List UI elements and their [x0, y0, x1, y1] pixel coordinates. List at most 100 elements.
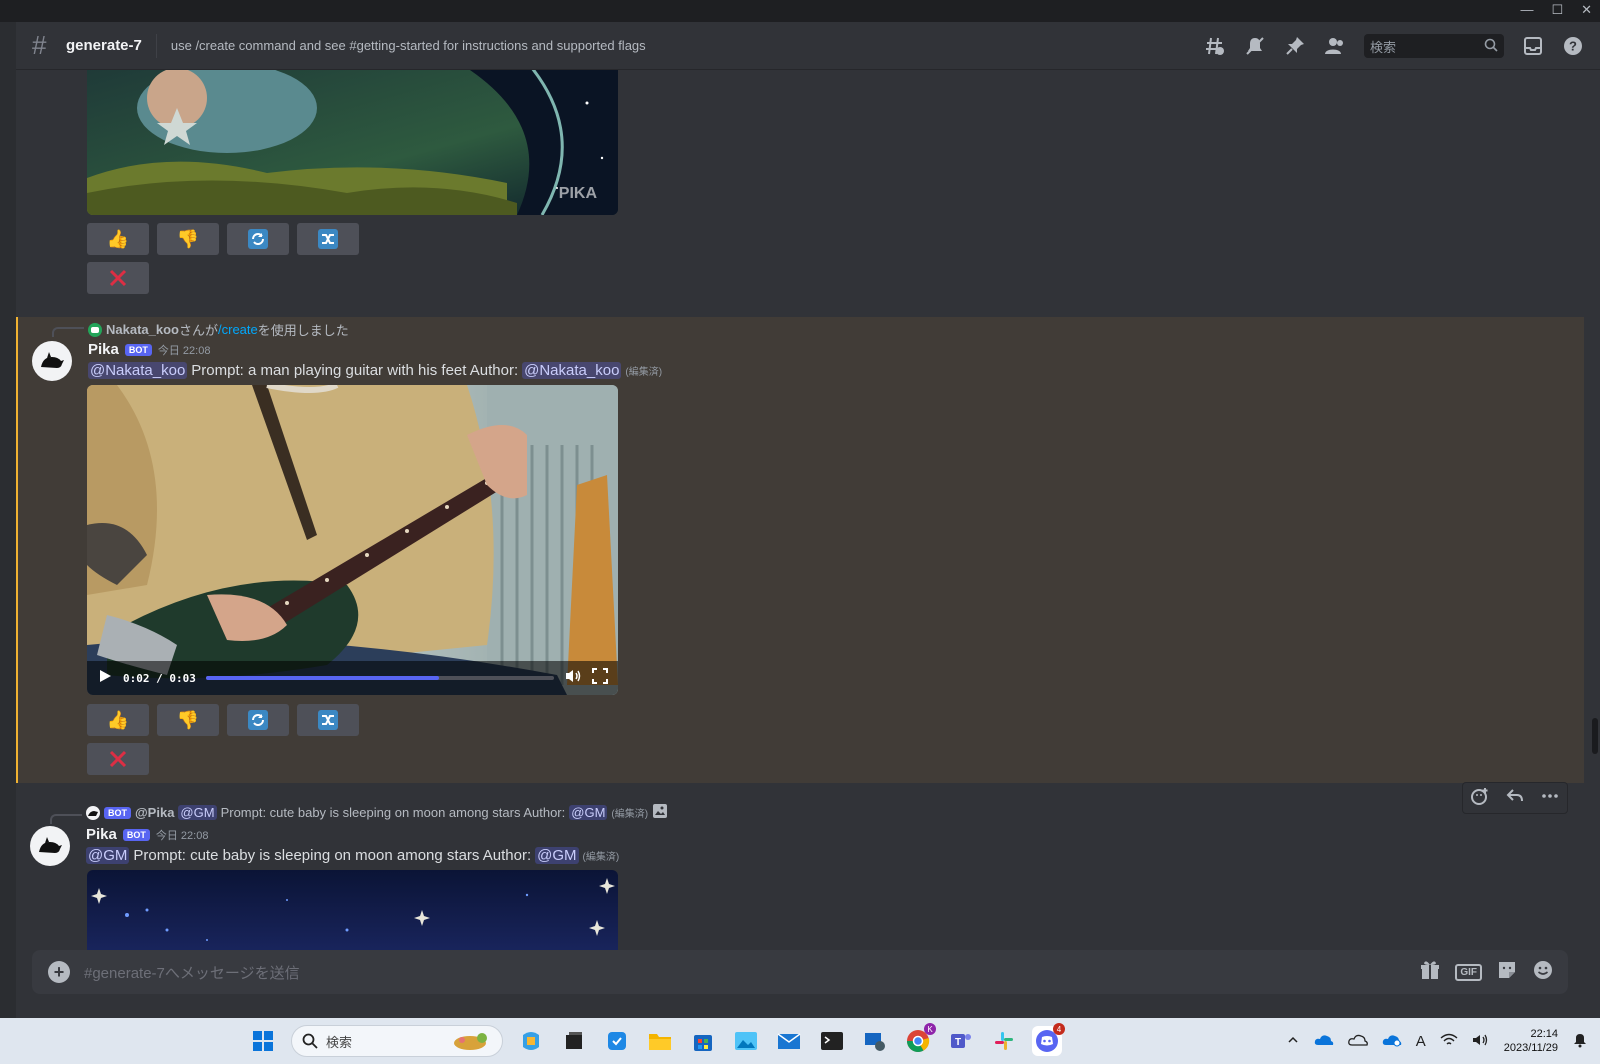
shuffle-icon	[318, 710, 338, 730]
cloud-icon[interactable]	[1347, 1033, 1368, 1050]
search-input[interactable]: 検索	[1364, 34, 1504, 58]
scrollbar-thumb[interactable]	[1592, 718, 1598, 754]
start-button[interactable]	[248, 1026, 278, 1056]
remote-desktop-app[interactable]	[860, 1026, 890, 1056]
threads-icon[interactable]	[1204, 35, 1226, 57]
browser-app[interactable]	[602, 1026, 632, 1056]
reply-suffix-1: さんが	[178, 323, 218, 338]
maximize-button[interactable]: ☐	[1551, 2, 1563, 18]
play-icon[interactable]	[97, 668, 113, 689]
message-author-line: Pika BOT 今日 22:08	[88, 341, 210, 358]
mail-app[interactable]	[774, 1026, 804, 1056]
discord-notification-badge: 4	[1053, 1023, 1065, 1035]
reply-suffix-2: を使用しました	[257, 323, 349, 338]
reply-context[interactable]: BOT @Pika @GM Prompt: cute baby is sleep…	[86, 803, 668, 822]
edited-label: (編集済)	[625, 367, 663, 378]
regenerate-button[interactable]	[227, 223, 289, 255]
volume-icon[interactable]	[1472, 1033, 1490, 1050]
close-button[interactable]: ✕	[1581, 2, 1592, 18]
member-list-icon[interactable]	[1324, 35, 1346, 57]
reply-context[interactable]: Nakata_koo さんが/create を使用しました	[88, 320, 349, 339]
avatar[interactable]	[30, 826, 70, 866]
timestamp[interactable]: 今日 22:08	[156, 827, 209, 843]
author-name[interactable]: Pika	[86, 826, 117, 843]
video-player[interactable]: 0:02 / 0:03	[87, 385, 618, 695]
thumbs-up-button[interactable]: 👍	[87, 704, 149, 736]
message-list: PIKA 👍 👎 Nakata_koo さんが/create を使用しました Pik…	[16, 70, 1584, 950]
more-options-icon[interactable]	[1541, 787, 1559, 810]
taskbar-search[interactable]: 検索	[291, 1025, 503, 1057]
regenerate-button[interactable]	[227, 704, 289, 736]
discord-app[interactable]: 4	[1032, 1023, 1065, 1056]
store-app[interactable]	[688, 1026, 718, 1056]
reply-mention[interactable]: @GM	[178, 805, 217, 820]
avatar[interactable]	[32, 341, 72, 381]
pika-avatar-mini-icon	[86, 805, 100, 820]
mention[interactable]: @Nakata_koo	[88, 362, 188, 379]
reply-icon[interactable]	[1506, 787, 1524, 810]
gift-icon[interactable]	[1419, 959, 1441, 986]
chevron-up-icon[interactable]	[1286, 1033, 1300, 1050]
ime-indicator[interactable]: A	[1416, 1033, 1426, 1050]
os-taskbar: 検索 K T 4 A 22:14 2023/11/29	[0, 1018, 1600, 1064]
window-controls: — ☐ ✕	[1520, 2, 1592, 18]
timestamp[interactable]: 今日 22:08	[158, 342, 211, 358]
teams-app[interactable]: T	[946, 1026, 976, 1056]
mention[interactable]: @Nakata_koo	[522, 362, 622, 379]
thumbs-down-button[interactable]: 👎	[157, 704, 219, 736]
gif-button[interactable]: GIF	[1455, 963, 1482, 981]
photos-app[interactable]	[731, 1026, 761, 1056]
wifi-icon[interactable]	[1440, 1033, 1458, 1050]
channel-topic[interactable]: use /create command and see #getting-sta…	[171, 38, 646, 53]
video-progress-bar[interactable]	[205, 676, 554, 680]
terminal-app[interactable]	[817, 1026, 847, 1056]
shuffle-button[interactable]	[297, 223, 359, 255]
add-reaction-icon[interactable]	[1471, 787, 1489, 810]
system-tray: A 22:14 2023/11/29	[1286, 1018, 1588, 1064]
author-name[interactable]: Pika	[88, 341, 119, 358]
file-explorer-app[interactable]	[645, 1026, 675, 1056]
composer-actions: GIF	[1419, 959, 1554, 986]
slack-app[interactable]	[989, 1026, 1019, 1056]
remote-desktop-icon	[865, 1033, 885, 1051]
edited-label: (編集済)	[611, 809, 649, 820]
copilot-app[interactable]	[516, 1026, 546, 1056]
reply-username[interactable]: Nakata_koo	[106, 322, 179, 337]
reply-username[interactable]: @Pika	[135, 805, 174, 820]
cloud-sync-icon[interactable]	[1382, 1033, 1402, 1050]
emoji-icon[interactable]	[1532, 959, 1554, 986]
task-view-app[interactable]	[559, 1026, 589, 1056]
mention[interactable]: @GM	[535, 847, 579, 864]
reply-mention[interactable]: @GM	[569, 805, 608, 820]
minimize-button[interactable]: —	[1520, 2, 1533, 18]
notification-muted-icon[interactable]	[1244, 35, 1266, 57]
thumbs-down-button[interactable]: 👎	[157, 223, 219, 255]
notification-bell-icon[interactable]	[1572, 1032, 1588, 1051]
help-icon[interactable]: ?	[1562, 35, 1584, 57]
sticker-icon[interactable]	[1496, 959, 1518, 986]
add-attachment-button[interactable]: +	[48, 961, 70, 983]
delete-button[interactable]	[87, 743, 149, 775]
thumbs-up-button[interactable]: 👍	[87, 223, 149, 255]
previous-message-image[interactable]: PIKA	[87, 70, 618, 215]
reply-connector	[52, 327, 84, 337]
thumbs-down-icon: 👎	[176, 228, 200, 249]
fullscreen-icon[interactable]	[592, 667, 608, 689]
message-content: @Nakata_koo Prompt: a man playing guitar…	[88, 362, 662, 379]
message-image[interactable]	[87, 870, 618, 950]
message-input[interactable]: #generate-7へメッセージを送信	[84, 962, 1419, 983]
search-icon	[302, 1033, 318, 1049]
chrome-app[interactable]: K	[903, 1023, 936, 1056]
reply-command-link[interactable]: /create	[218, 322, 258, 337]
system-clock[interactable]: 22:14 2023/11/29	[1504, 1027, 1558, 1055]
onedrive-icon[interactable]	[1314, 1033, 1334, 1050]
inbox-icon[interactable]	[1522, 35, 1544, 57]
reply-connector	[50, 814, 82, 824]
delete-button[interactable]	[87, 262, 149, 294]
mention[interactable]: @GM	[86, 847, 130, 864]
volume-icon[interactable]	[564, 668, 582, 689]
message-composer[interactable]: + #generate-7へメッセージを送信 GIF	[32, 950, 1568, 994]
pin-icon[interactable]	[1284, 35, 1306, 57]
shuffle-button[interactable]	[297, 704, 359, 736]
message-author-line: Pika BOT 今日 22:08	[86, 826, 208, 843]
